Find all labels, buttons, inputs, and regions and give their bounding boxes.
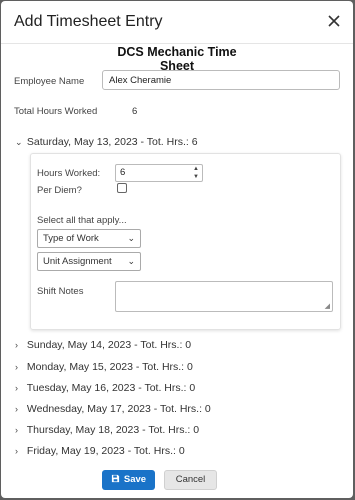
cancel-button[interactable]: Cancel [164, 470, 217, 490]
dialog-header: Add Timesheet Entry [1, 1, 353, 44]
hours-worked-value: 6 [120, 167, 126, 178]
day-row-tuesday[interactable]: › Tuesday, May 16, 2023 - Tot. Hrs.: 0 [15, 382, 195, 394]
day-label: Thursday, May 18, 2023 - Tot. Hrs.: 0 [26, 424, 200, 436]
day-row-monday[interactable]: › Monday, May 15, 2023 - Tot. Hrs.: 0 [15, 361, 193, 373]
chevron-down-icon: ⌄ [127, 256, 135, 266]
day-row-thursday[interactable]: › Thursday, May 18, 2023 - Tot. Hrs.: 0 [15, 424, 199, 436]
dialog-title: Add Timesheet Entry [14, 13, 163, 30]
chevron-right-icon: › [15, 404, 18, 414]
day-row-saturday[interactable]: ⌄ Saturday, May 13, 2023 - Tot. Hrs.: 6 [15, 136, 198, 148]
close-icon[interactable] [325, 10, 343, 32]
employee-name-label: Employee Name [14, 76, 85, 87]
day-row-wednesday[interactable]: › Wednesday, May 17, 2023 - Tot. Hrs.: 0 [15, 403, 211, 415]
save-button[interactable]: Save [102, 470, 155, 490]
floppy-disk-icon [111, 474, 120, 483]
day-label: Tuesday, May 16, 2023 - Tot. Hrs.: 0 [26, 382, 196, 394]
chevron-right-icon: › [15, 425, 18, 435]
chevron-down-icon: ⌄ [15, 137, 23, 147]
hours-worked-label: Hours Worked: [37, 168, 101, 179]
chevron-right-icon: › [15, 340, 18, 350]
shift-notes-label: Shift Notes [37, 286, 84, 297]
chevron-right-icon: › [15, 383, 18, 393]
cancel-label: Cancel [175, 474, 206, 485]
type-of-work-select[interactable]: Type of Work ⌄ [37, 229, 141, 248]
day-label: Friday, May 19, 2023 - Tot. Hrs.: 0 [26, 445, 185, 457]
day-label: Sunday, May 14, 2023 - Tot. Hrs.: 0 [26, 339, 192, 351]
day-row-friday[interactable]: › Friday, May 19, 2023 - Tot. Hrs.: 0 [15, 445, 185, 457]
employee-name-field[interactable] [102, 70, 340, 90]
timesheet-dialog: Add Timesheet Entry DCS Mechanic Time Sh… [1, 1, 353, 498]
total-hours-value: 6 [132, 106, 138, 117]
unit-assignment-value: Unit Assignment [43, 256, 112, 267]
unit-assignment-select[interactable]: Unit Assignment ⌄ [37, 252, 141, 271]
type-of-work-value: Type of Work [43, 233, 99, 244]
per-diem-label: Per Diem? [37, 185, 82, 196]
chevron-down-icon: ⌄ [127, 233, 135, 243]
per-diem-checkbox[interactable] [117, 183, 127, 193]
select-all-label: Select all that apply... [37, 215, 127, 226]
hours-worked-stepper[interactable]: 6 ▲ ▼ [115, 164, 203, 182]
day-label: Saturday, May 13, 2023 - Tot. Hrs.: 6 [26, 136, 198, 148]
spinner-arrows-icon[interactable]: ▲ ▼ [193, 165, 199, 181]
chevron-right-icon: › [15, 362, 18, 372]
resize-grip-icon[interactable]: ◢ [325, 302, 330, 310]
day-row-sunday[interactable]: › Sunday, May 14, 2023 - Tot. Hrs.: 0 [15, 339, 191, 351]
chevron-right-icon: › [15, 446, 18, 456]
shift-notes-textarea[interactable]: ◢ [115, 281, 333, 312]
save-label: Save [123, 474, 147, 485]
day-label: Monday, May 15, 2023 - Tot. Hrs.: 0 [26, 361, 193, 373]
day-label: Wednesday, May 17, 2023 - Tot. Hrs.: 0 [26, 403, 211, 415]
day-entry-panel: Hours Worked: 6 ▲ ▼ Per Diem? Select all … [30, 153, 341, 330]
total-hours-label: Total Hours Worked [14, 106, 98, 117]
